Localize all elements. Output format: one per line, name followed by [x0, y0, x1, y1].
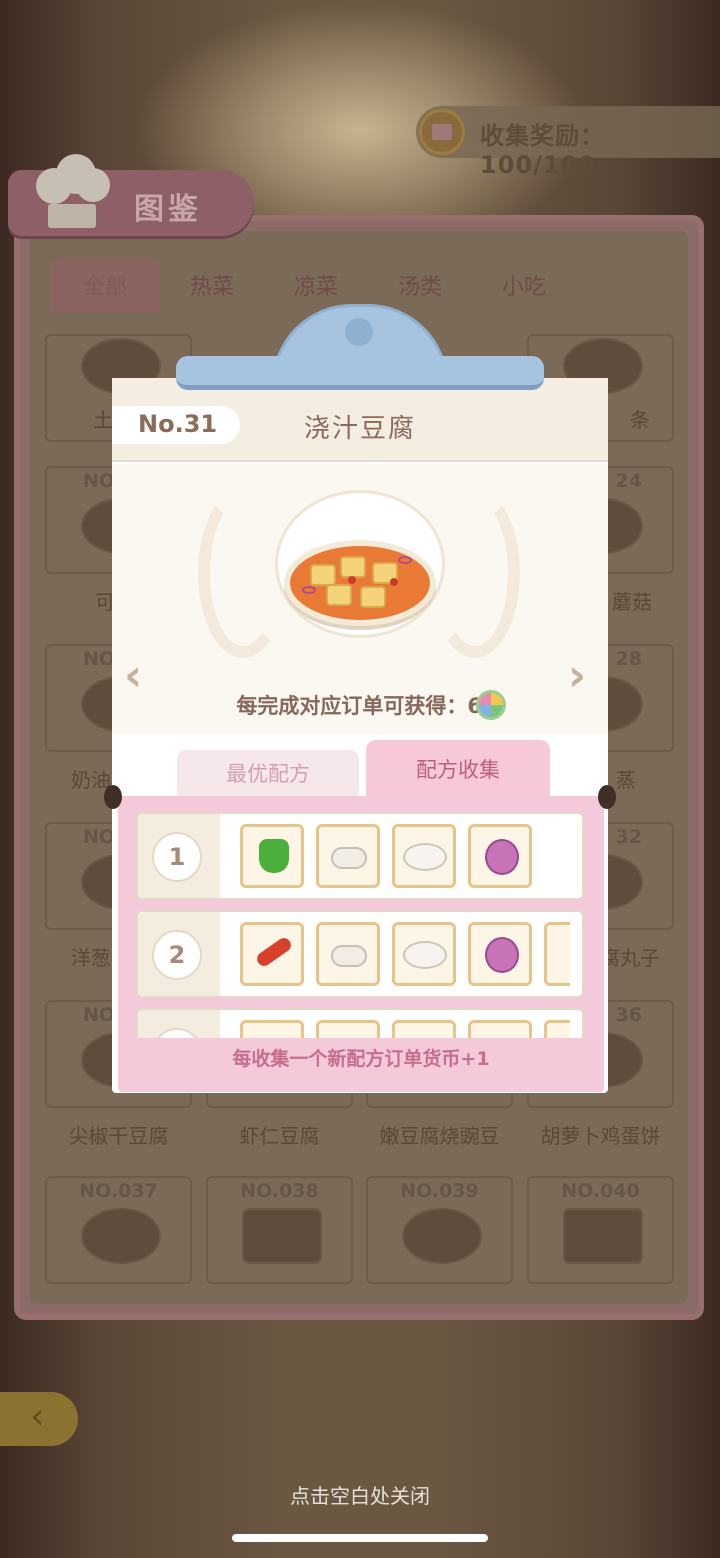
- clip-hole: [345, 318, 373, 346]
- chef-hat-icon: [30, 152, 112, 232]
- dish-card[interactable]: NO.040: [527, 1176, 674, 1284]
- partial-ingredient-icon: [544, 922, 570, 986]
- tab-hot-dishes[interactable]: 热菜: [160, 258, 264, 312]
- dish-card[interactable]: NO.039: [366, 1176, 513, 1284]
- collection-reward-bar[interactable]: 收集奖励：100/100: [416, 106, 720, 179]
- tofu-icon: [392, 824, 456, 888]
- rainbow-coin-icon: [476, 690, 506, 720]
- next-dish-arrow[interactable]: ›: [568, 650, 586, 701]
- recipe-row[interactable]: 1: [136, 812, 584, 900]
- ingredient-icon: [392, 1020, 456, 1038]
- back-arrow-button[interactable]: [0, 1392, 78, 1446]
- red-chili-icon: [240, 922, 304, 986]
- home-indicator[interactable]: [232, 1534, 488, 1542]
- mushroom-icon: [316, 922, 380, 986]
- recipe-index: [152, 1028, 202, 1038]
- recipe-index: 2: [152, 930, 202, 980]
- ingredient-icon: [544, 1020, 570, 1038]
- dish-icon: [402, 1208, 482, 1264]
- gift-icon: [419, 109, 465, 155]
- recipe-list[interactable]: 1 2: [136, 812, 584, 1038]
- clipboard-bar: [176, 356, 544, 390]
- ingredient-icon: [240, 1020, 304, 1038]
- onion-icon: [468, 922, 532, 986]
- dish-icon: [242, 1208, 322, 1264]
- tab-recipe-collection[interactable]: 配方收集: [366, 740, 550, 798]
- reward-label: 收集奖励：100/100: [480, 122, 605, 179]
- dish-icon: [81, 1208, 161, 1264]
- onion-icon: [468, 824, 532, 888]
- dish-title: 浇汁豆腐: [303, 414, 416, 444]
- ingredient-icon: [468, 1020, 532, 1038]
- tab-best-recipe[interactable]: 最优配方: [177, 750, 359, 796]
- dish-icon: [563, 1208, 643, 1264]
- tofu-dish-icon: [284, 540, 436, 626]
- recipe-row[interactable]: [136, 1008, 584, 1038]
- tab-all[interactable]: 全部: [50, 258, 160, 312]
- tofu-icon: [392, 922, 456, 986]
- recipe-row[interactable]: 2: [136, 910, 584, 998]
- tab-soups[interactable]: 汤类: [368, 258, 472, 312]
- tab-snacks[interactable]: 小吃: [472, 258, 576, 312]
- dish-card[interactable]: NO.037: [45, 1176, 192, 1284]
- dish-header: No.31 浇汁豆腐: [112, 378, 608, 462]
- mushroom-icon: [316, 824, 380, 888]
- recipe-index: 1: [152, 832, 202, 882]
- album-title: 图鉴: [134, 192, 202, 227]
- order-earn-text: 每完成对应订单可获得：6: [236, 694, 482, 718]
- laurel-left-decoration: [198, 488, 288, 658]
- collection-hint: 每收集一个新配方订单货币+1: [232, 1048, 490, 1070]
- ingredient-icon: [316, 1020, 380, 1038]
- dish-card[interactable]: NO.038: [206, 1176, 353, 1284]
- close-hint[interactable]: 点击空白处关闭: [0, 1480, 720, 1509]
- green-pepper-icon: [240, 824, 304, 888]
